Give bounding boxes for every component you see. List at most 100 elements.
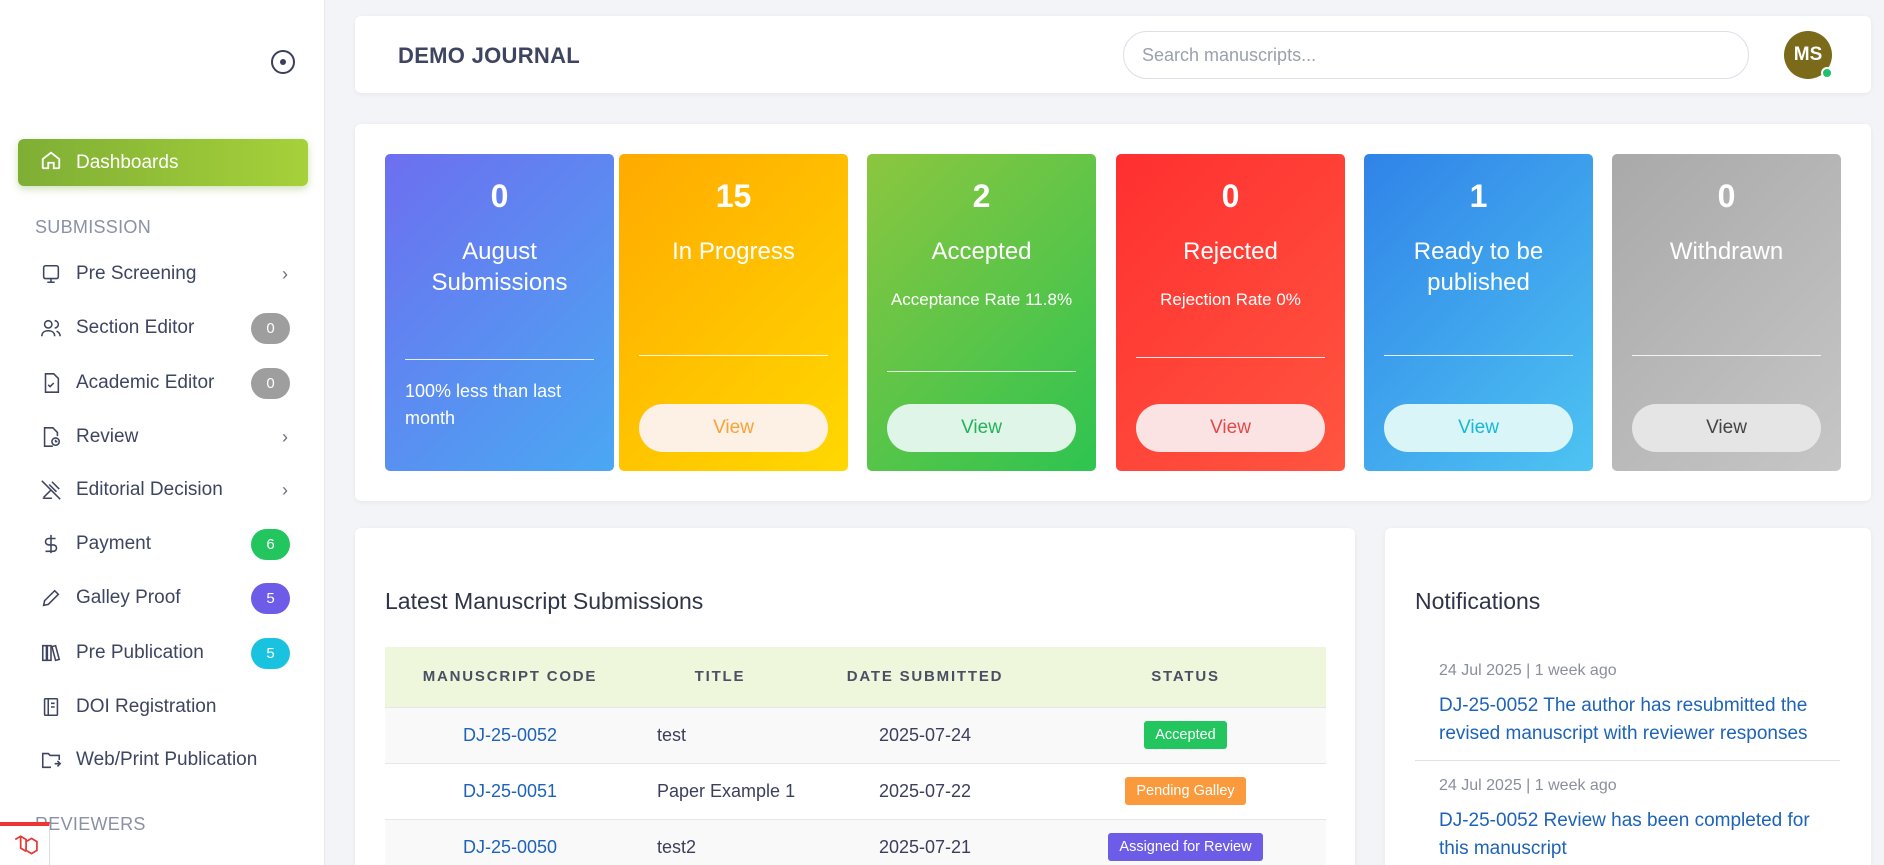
chevron-right-icon: › [282,479,288,500]
sidebar-item-label: Editorial Decision [76,479,223,500]
view-withdrawn-button[interactable]: View [1632,404,1821,452]
status-badge: Accepted [1144,721,1227,749]
date-submitted: 2025-07-21 [805,818,1045,865]
count-badge: 0 [251,312,290,344]
stats-panel: 0 August Submissions 100% less than last… [355,124,1871,501]
stat-label: August Submissions [431,238,568,296]
column-header: STATUS [1151,668,1220,686]
dollar-icon [38,533,64,555]
stat-label: Withdrawn [1669,238,1784,265]
notification-item[interactable]: 24 Jul 2025 | 1 week ago DJ-25-0052 Revi… [1415,777,1840,863]
top-header: DEMO JOURNAL MS [355,16,1871,93]
sidebar-item-editorial-decision[interactable]: Editorial Decision › [38,470,290,510]
avatar[interactable]: MS [1784,31,1833,79]
stat-label: Accepted [931,238,1032,265]
sidebar-item-academic-editor[interactable]: Academic Editor 0 [38,363,290,403]
search-input[interactable] [1123,31,1749,79]
online-status-icon [1821,67,1833,79]
stat-card-august-submissions: 0 August Submissions 100% less than last… [385,154,614,471]
sidebar-item-label: DOI Registration [76,696,217,717]
notification-meta: 24 Jul 2025 | 1 week ago [1439,662,1617,679]
status-cell: Pending Galley [1045,762,1326,819]
notification-meta: 24 Jul 2025 | 1 week ago [1439,777,1617,794]
home-icon [40,149,62,177]
count-badge: 6 [251,528,290,560]
manuscript-code-link[interactable]: DJ-25-0052 [385,706,635,763]
stat-card-rejected: 0 Rejected Rejection Rate 0% View [1116,154,1345,471]
sidebar-item-label: Galley Proof [76,587,181,608]
divider [1136,357,1325,358]
manuscript-code-link[interactable]: DJ-25-0050 [385,818,635,865]
column-header: DATE SUBMITTED [846,668,1004,686]
view-ready-button[interactable]: View [1384,404,1573,452]
file-check-icon [38,372,64,394]
stat-value: 2 [972,178,991,214]
manuscripts-panel: Latest Manuscript Submissions MANUSCRIPT… [355,528,1355,865]
stat-card-withdrawn: 0 Withdrawn View [1612,154,1841,471]
date-submitted: 2025-07-24 [805,706,1045,763]
sidebar-section-heading: REVIEWERS [35,814,146,834]
stat-value: 0 [1717,178,1736,214]
stat-label: Rejected [1183,238,1278,265]
sidebar: Dashboards SUBMISSION Pre Screening › Se… [0,0,325,865]
manuscript-code-link[interactable]: DJ-25-0051 [385,762,635,819]
status-badge: Pending Galley [1125,777,1246,805]
laravel-logo-icon[interactable] [0,822,50,865]
notification-link[interactable]: DJ-25-0052 Review has been completed for… [1439,807,1816,863]
gavel-icon [38,479,64,501]
sidebar-item-doi-registration[interactable]: DOI Registration [38,687,290,727]
sidebar-item-web-print-publication[interactable]: Web/Print Publication [38,740,290,780]
notifications-panel: Notifications 24 Jul 2025 | 1 week ago D… [1385,528,1871,865]
sidebar-item-label: Section Editor [76,317,195,338]
view-rejected-button[interactable]: View [1136,404,1325,452]
books-icon [38,642,64,664]
count-badge: 5 [251,582,290,614]
sidebar-toggle-icon[interactable] [271,50,295,74]
sidebar-item-payment[interactable]: Payment 6 [38,524,290,564]
divider [887,371,1076,372]
avatar-initials: MS [1793,44,1823,65]
divider [1632,355,1821,356]
divider [1415,760,1840,761]
notification-item[interactable]: 24 Jul 2025 | 1 week ago DJ-25-0052 The … [1415,662,1840,748]
book-icon [38,696,64,718]
stat-value: 15 [715,178,752,214]
sidebar-item-label: Dashboards [76,151,179,173]
stat-card-accepted: 2 Accepted Acceptance Rate 11.8% View [867,154,1096,471]
view-in-progress-button[interactable]: View [639,404,828,452]
count-badge: 0 [251,367,290,399]
sidebar-item-pre-publication[interactable]: Pre Publication 5 [38,633,290,673]
stat-label: In Progress [672,238,795,265]
table-row: DJ-25-0050 test2 2025-07-21 Assigned for… [385,818,1326,865]
file-clock-icon [38,426,64,448]
view-accepted-button[interactable]: View [887,404,1076,452]
sidebar-item-label: Pre Screening [76,263,197,284]
sidebar-item-review[interactable]: Review › [38,417,290,457]
table-row: DJ-25-0051 Paper Example 1 2025-07-22 Pe… [385,762,1326,819]
status-cell: Assigned for Review [1045,818,1326,865]
date-submitted: 2025-07-22 [805,762,1045,819]
sidebar-item-label: Review [76,426,139,447]
divider [1384,355,1573,356]
notification-link[interactable]: DJ-25-0052 The author has resubmitted th… [1439,692,1816,748]
monitor-icon [38,263,64,285]
manuscript-title: Paper Example 1 [635,762,805,819]
panel-title: Notifications [1415,588,1541,614]
panel-title: Latest Manuscript Submissions [385,588,704,614]
pencil-icon [38,587,64,609]
sidebar-section-heading: SUBMISSION [35,217,152,237]
table-row: DJ-25-0052 test 2025-07-24 Accepted [385,706,1326,763]
sidebar-item-label: Academic Editor [76,372,215,393]
sidebar-item-pre-screening[interactable]: Pre Screening › [38,254,290,294]
stat-value: 1 [1469,178,1488,214]
stat-value: 0 [490,178,509,214]
sidebar-item-section-editor[interactable]: Section Editor 0 [38,308,290,348]
divider [639,355,828,356]
sidebar-item-galley-proof[interactable]: Galley Proof 5 [38,578,290,618]
manuscript-title: test2 [635,818,805,865]
status-badge: Assigned for Review [1108,833,1263,862]
manuscripts-table: MANUSCRIPT CODE TITLE DATE SUBMITTED STA… [385,647,1326,865]
users-icon [38,317,64,339]
chevron-right-icon: › [282,263,288,284]
sidebar-item-dashboards[interactable]: Dashboards [18,139,308,186]
